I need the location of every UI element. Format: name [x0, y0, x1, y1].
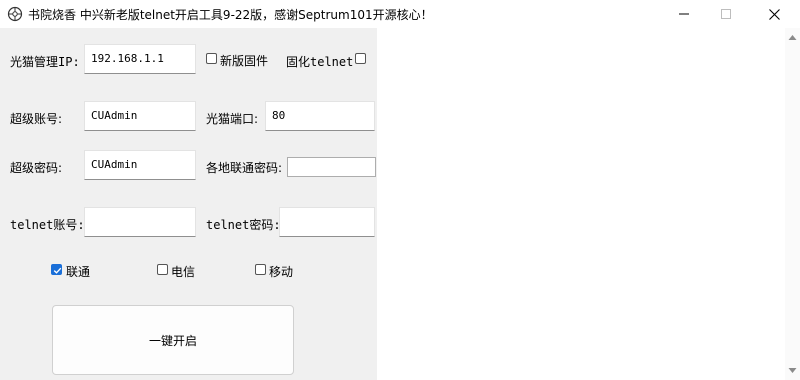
port-input[interactable]: 80 [265, 101, 375, 131]
carrier-unicom-checkbox[interactable] [51, 264, 62, 275]
title-bar: 书院烧香 中兴新老版telnet开启工具9-22版，感谢Septrum101开源… [0, 0, 800, 28]
super-password-input[interactable]: CUAdmin [84, 150, 196, 180]
maximize-button[interactable] [703, 0, 749, 28]
carrier-mobile-label: 移动 [269, 265, 294, 279]
log-output[interactable] [377, 28, 785, 380]
telnet-password-input[interactable] [279, 207, 375, 237]
telnet-account-input[interactable] [84, 207, 196, 237]
window-title: 书院烧香 中兴新老版telnet开启工具9-22版，感谢Septrum101开源… [28, 8, 433, 22]
ip-label: 光猫管理IP: [10, 55, 80, 69]
close-icon [768, 8, 780, 20]
new-firmware-checkbox[interactable] [206, 53, 217, 64]
check-icon [53, 267, 62, 274]
telnet-account-label: telnet账号: [10, 218, 85, 232]
super-account-input[interactable]: CUAdmin [84, 101, 196, 131]
log-scrollbar[interactable] [785, 28, 800, 380]
solidify-telnet-checkbox[interactable] [355, 53, 366, 64]
one-click-enable-label: 一键开启 [148, 333, 197, 348]
unicom-password-label: 各地联通密码: [206, 161, 283, 175]
maximize-icon [721, 9, 731, 19]
app-icon [7, 6, 23, 22]
one-click-enable-button[interactable]: 一键开启 [52, 305, 294, 375]
ip-input[interactable]: 192.168.1.1 [84, 44, 196, 74]
minimize-icon [679, 13, 689, 15]
close-button[interactable] [751, 0, 797, 28]
carrier-mobile-checkbox[interactable] [255, 264, 266, 275]
scroll-up-icon[interactable] [788, 34, 797, 41]
carrier-unicom-label: 联通 [66, 265, 91, 279]
telnet-password-label: telnet密码: [206, 218, 281, 232]
unicom-password-select[interactable] [287, 157, 376, 177]
super-password-label: 超级密码: [10, 161, 63, 175]
new-firmware-label: 新版固件 [220, 54, 269, 68]
minimize-button[interactable] [661, 0, 707, 28]
carrier-telecom-label: 电信 [171, 265, 196, 279]
port-label: 光猫端口: [206, 112, 259, 126]
scroll-down-icon[interactable] [788, 367, 797, 374]
carrier-telecom-checkbox[interactable] [157, 264, 168, 275]
solidify-telnet-label: 固化telnet [286, 55, 354, 69]
super-account-label: 超级账号: [10, 112, 63, 126]
